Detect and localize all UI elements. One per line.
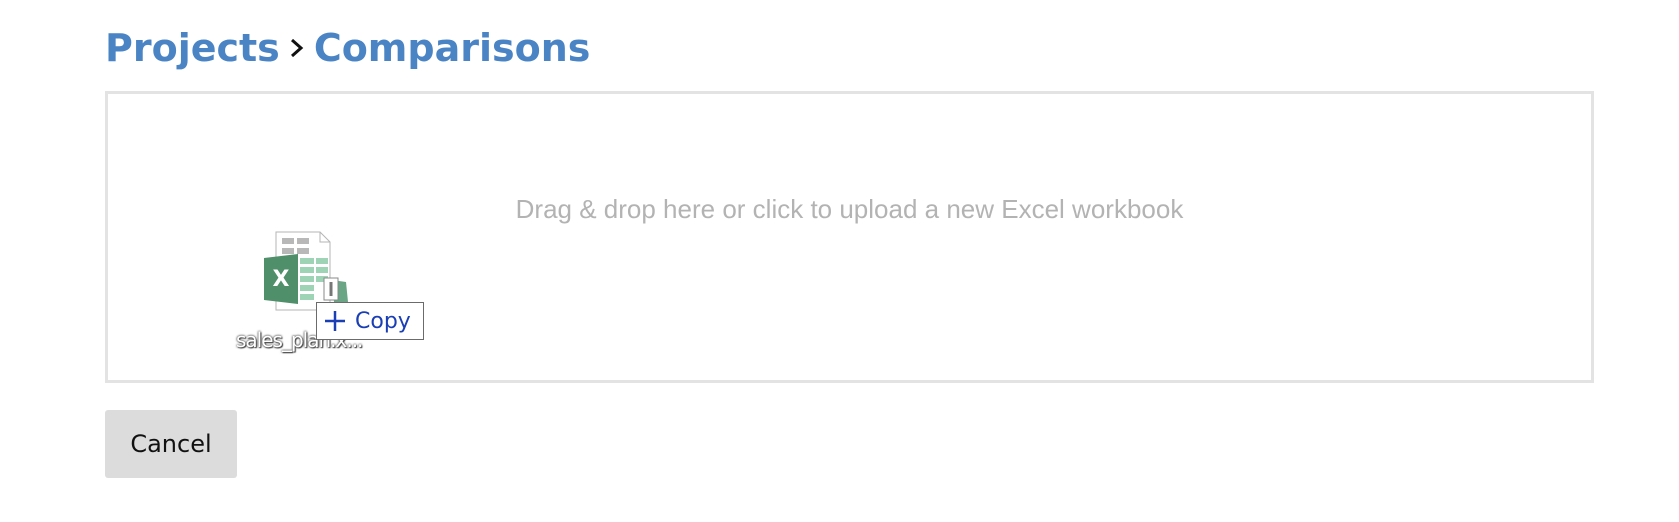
breadcrumb-projects-link[interactable]: Projects (105, 26, 280, 70)
copy-badge: Copy (316, 302, 424, 340)
drag-ghost: X sales_plan.x... Copy (230, 226, 430, 356)
copy-badge-label: Copy (355, 308, 411, 334)
breadcrumb-comparisons-link[interactable]: Comparisons (314, 26, 591, 70)
svg-text:X: X (273, 267, 290, 292)
breadcrumb: Projects Comparisons (105, 26, 590, 70)
dropzone-prompt: Drag & drop here or click to upload a ne… (515, 194, 1184, 224)
plus-icon (325, 311, 345, 331)
page: Projects Comparisons Drag & drop here or… (0, 0, 1679, 522)
chevron-right-icon (290, 38, 304, 58)
cancel-button[interactable]: Cancel (105, 410, 237, 478)
